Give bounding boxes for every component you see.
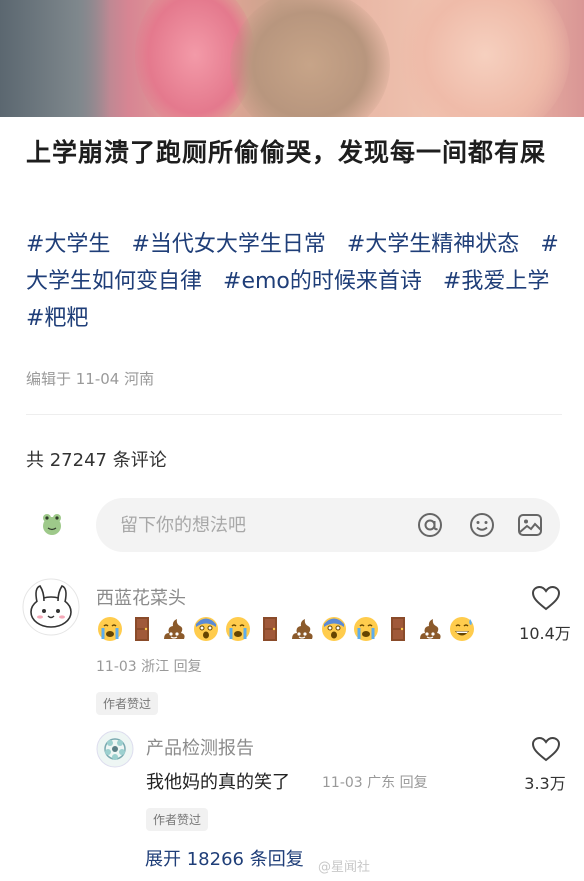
image-icon[interactable] [516, 511, 544, 539]
comment-input[interactable] [120, 498, 400, 552]
reply-name[interactable]: 产品检测报告 [146, 734, 254, 760]
crying-face-icon [354, 617, 378, 641]
crying-face-icon [226, 617, 250, 641]
hashtag[interactable]: #大学生精神状态 [347, 232, 519, 257]
heart-icon[interactable] [531, 736, 561, 762]
emoji-icon[interactable] [468, 511, 496, 539]
like-count: 3.3万 [524, 774, 566, 793]
expand-replies-link[interactable]: 展开 18266 条回复 [145, 845, 304, 871]
post-meta: 编辑于 11-04 河南 [26, 370, 155, 388]
door-icon [391, 617, 405, 641]
at-icon[interactable] [416, 511, 444, 539]
poop-icon [164, 619, 185, 639]
photo-region [230, 0, 390, 117]
commenter-name[interactable]: 西蓝花菜头 [96, 584, 186, 610]
hashtag[interactable]: #大学生 [26, 232, 110, 257]
hashtag[interactable]: #粑粑 [26, 306, 88, 331]
user-avatar[interactable] [38, 510, 66, 538]
author-liked-badge: 作者赞过 [96, 692, 159, 715]
commenter-avatar[interactable] [22, 578, 80, 636]
door-icon [263, 617, 277, 641]
scared-face-icon [322, 617, 346, 641]
grinning-sweat-face-icon [450, 617, 474, 641]
reply-avatar[interactable] [96, 730, 134, 768]
reply-meta[interactable]: 11-03 广东 回复 [322, 772, 428, 792]
like-count: 10.4万 [519, 624, 571, 643]
hashtag[interactable]: #当代女大学生日常 [131, 232, 325, 257]
author-liked-badge: 作者赞过 [146, 808, 209, 831]
hashtag[interactable]: #我爱上学 [443, 269, 549, 294]
divider [26, 414, 562, 415]
flower-avatar-icon [96, 730, 134, 768]
bunny-avatar-icon [22, 578, 80, 636]
scared-face-icon [194, 617, 218, 641]
comment-meta[interactable]: 11-03 浙江 回复 [96, 656, 202, 676]
watermark: @星闻社 [318, 860, 371, 875]
tag-list: #大学生 #当代女大学生日常 #大学生精神状态 #大学生如何变自律 #emo的时… [26, 226, 571, 337]
poop-icon [420, 619, 441, 639]
photo-region [0, 0, 110, 117]
poop-icon [292, 619, 313, 639]
post-image[interactable] [0, 0, 584, 117]
heart-icon[interactable] [531, 585, 561, 611]
comment-count: 共 27247 条评论 [26, 450, 167, 471]
reply-text: 我他妈的真的笑了 [146, 772, 290, 793]
crying-face-icon [98, 617, 122, 641]
post-title: 上学崩溃了跑厕所偷偷哭，发现每一间都有屎 [26, 138, 547, 167]
comment-emoji-row [96, 615, 476, 643]
door-icon [135, 617, 149, 641]
comment-input-box[interactable] [96, 498, 560, 552]
photo-region [400, 0, 570, 117]
hashtag[interactable]: #emo的时候来首诗 [223, 269, 422, 294]
